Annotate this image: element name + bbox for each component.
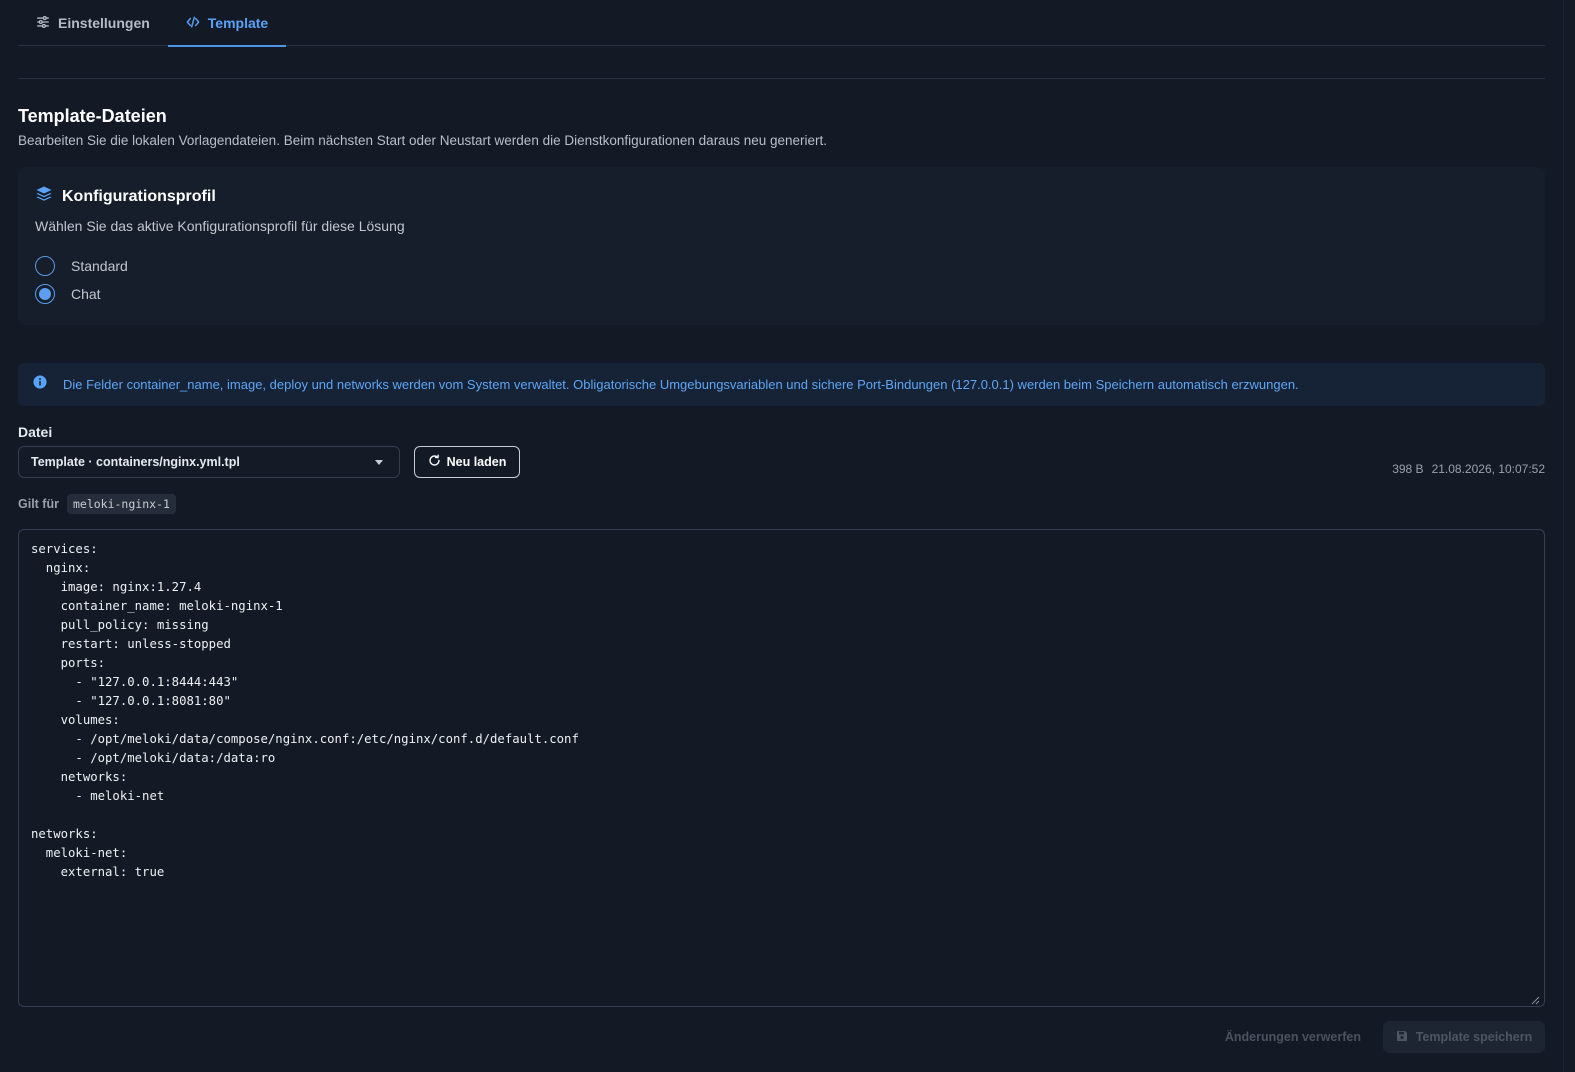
reload-button[interactable]: Neu laden [414, 446, 520, 478]
tab-einstellungen[interactable]: Einstellungen [18, 0, 168, 46]
code-icon [186, 15, 200, 32]
tab-bar: Einstellungen Template [18, 0, 1545, 47]
resize-handle-icon[interactable] [1530, 992, 1540, 1005]
applies-label: Gilt für [18, 497, 59, 511]
profile-radio-group: Standard Chat [35, 252, 1528, 308]
container-chip: meloki-nginx-1 [66, 494, 176, 514]
sliders-icon [36, 15, 50, 32]
radio-chat[interactable] [35, 284, 55, 304]
file-select-value: Template · containers/nginx.yml.tpl [31, 455, 240, 469]
editor-footer: Änderungen verwerfen Template speichern [1225, 1021, 1545, 1053]
profile-title: Konfigurationsprofil [62, 187, 216, 205]
profile-option-chat[interactable]: Chat [35, 280, 1528, 308]
profile-description: Wählen Sie das aktive Konfigurationsprof… [35, 218, 405, 234]
file-select[interactable]: Template · containers/nginx.yml.tpl [18, 446, 400, 478]
layers-icon [35, 185, 53, 208]
save-template-button[interactable]: Template speichern [1383, 1021, 1545, 1053]
file-modified: 21.08.2026, 10:07:52 [1431, 462, 1545, 476]
chevron-down-icon [375, 459, 383, 465]
info-icon [33, 375, 47, 394]
profile-header: Konfigurationsprofil [35, 185, 1528, 208]
section-title: Template-Dateien [18, 106, 167, 126]
template-editor[interactable]: services: nginx: image: nginx:1.27.4 con… [18, 529, 1545, 1007]
template-settings-page: Einstellungen Template Template-Dateien … [18, 0, 1545, 1053]
save-label: Template speichern [1415, 1030, 1533, 1044]
refresh-icon [428, 454, 441, 470]
info-text: Die Felder container_name, image, deploy… [63, 377, 1299, 392]
tab-label: Einstellungen [58, 15, 150, 31]
save-icon [1396, 1030, 1408, 1045]
file-meta: 398 B 21.08.2026, 10:07:52 [1392, 462, 1545, 476]
editor-content[interactable]: services: nginx: image: nginx:1.27.4 con… [31, 540, 1532, 882]
info-banner: Die Felder container_name, image, deploy… [18, 363, 1545, 406]
file-size: 398 B [1392, 462, 1424, 476]
reload-label: Neu laden [446, 455, 507, 469]
profile-option-standard[interactable]: Standard [35, 252, 1528, 280]
file-label: Datei [18, 424, 53, 440]
tab-template[interactable]: Template [167, 0, 287, 47]
radio-label: Chat [71, 286, 101, 302]
radio-label: Standard [71, 258, 128, 274]
discard-changes-button[interactable]: Änderungen verwerfen [1225, 1030, 1361, 1044]
tab-label: Template [207, 15, 269, 31]
profile-card: Konfigurationsprofil Wählen Sie das akti… [18, 167, 1545, 325]
scrollbar[interactable] [1563, 0, 1575, 1072]
file-row: Template · containers/nginx.yml.tpl Neu … [18, 446, 1545, 478]
divider [18, 78, 1545, 79]
applies-to-row: Gilt für meloki-nginx-1 [18, 493, 1545, 515]
radio-standard[interactable] [35, 256, 55, 276]
section-description: Bearbeiten Sie die lokalen Vorlagendatei… [18, 133, 828, 148]
